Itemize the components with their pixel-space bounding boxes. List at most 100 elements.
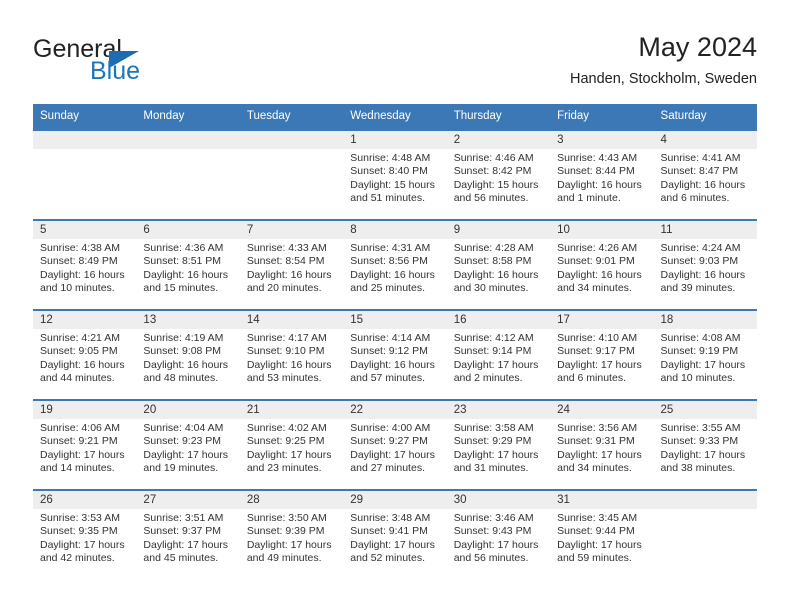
- brand-name-blue: Blue: [90, 57, 141, 85]
- calendar-day-cell[interactable]: 15 Sunrise: 4:14 AM Sunset: 9:12 PM Dayligh…: [343, 309, 447, 400]
- calendar-week-row: 26 Sunrise: 3:53 AM Sunset: 9:35 PM Dayligh…: [33, 489, 757, 579]
- brand-logo[interactable]: General Blue: [33, 36, 253, 92]
- day-details: Sunrise: 3:48 AM Sunset: 9:41 PM Daylight:…: [343, 509, 446, 565]
- day-cell-inner: 17 Sunrise: 4:10 AM Sunset: 9:17 PM Dayligh…: [550, 311, 654, 399]
- calendar-day-cell[interactable]: 14 Sunrise: 4:17 AM Sunset: 9:10 PM Dayligh…: [239, 309, 344, 400]
- day-sunrise-text: Sunrise: 4:46 AM: [453, 152, 534, 164]
- day-daylight1-text: Daylight: 16 hours: [40, 358, 125, 371]
- day-sunrise-text: Sunrise: 4:02 AM: [246, 422, 327, 434]
- day-sunset-text: Sunset: 9:08 PM: [143, 345, 222, 358]
- calendar-day-cell[interactable]: 1 Sunrise: 4:48 AM Sunset: 8:40 PM Daylight…: [343, 129, 447, 220]
- day-cell-inner: [653, 491, 757, 579]
- day-details: Sunrise: 3:51 AM Sunset: 9:37 PM Daylight:…: [136, 509, 239, 565]
- calendar-day-cell[interactable]: 25 Sunrise: 3:55 AM Sunset: 9:33 PM Dayligh…: [653, 399, 757, 490]
- day-sunset-text: Sunset: 9:29 PM: [453, 435, 532, 448]
- day-number: 19: [33, 401, 137, 419]
- calendar-day-cell[interactable]: 12 Sunrise: 4:21 AM Sunset: 9:05 PM Dayligh…: [33, 309, 137, 400]
- calendar-day-cell[interactable]: 20 Sunrise: 4:04 AM Sunset: 9:23 PM Dayligh…: [136, 399, 240, 490]
- day-cell-inner: 11 Sunrise: 4:24 AM Sunset: 9:03 PM Dayligh…: [653, 221, 757, 309]
- day-sunset-text: Sunset: 9:41 PM: [350, 525, 428, 538]
- calendar-day-cell[interactable]: 18 Sunrise: 4:08 AM Sunset: 9:19 PM Dayligh…: [653, 309, 757, 400]
- day-details: Sunrise: 3:50 AM Sunset: 9:39 PM Daylight:…: [240, 509, 343, 565]
- day-daylight2-text: and 20 minutes.: [246, 281, 322, 294]
- day-daylight1-text: Daylight: 17 hours: [453, 538, 539, 551]
- day-cell-inner: 23 Sunrise: 3:58 AM Sunset: 9:29 PM Dayligh…: [446, 401, 551, 489]
- calendar-day-cell[interactable]: 11 Sunrise: 4:24 AM Sunset: 9:03 PM Dayligh…: [653, 219, 757, 310]
- day-daylight2-text: and 59 minutes.: [557, 551, 632, 564]
- day-details: Sunrise: 4:12 AM Sunset: 9:14 PM Daylight:…: [447, 329, 550, 385]
- day-number: 30: [446, 491, 551, 509]
- day-number: 29: [343, 491, 447, 509]
- page-subtitle: Handen, Stockholm, Sweden: [570, 71, 757, 87]
- day-details: Sunrise: 3:58 AM Sunset: 9:29 PM Daylight:…: [447, 419, 550, 475]
- day-number: 2: [446, 131, 551, 149]
- calendar-day-cell[interactable]: 29 Sunrise: 3:48 AM Sunset: 9:41 PM Dayligh…: [343, 489, 447, 579]
- calendar-day-cell[interactable]: 4 Sunrise: 4:41 AM Sunset: 8:47 PM Daylight…: [653, 129, 757, 220]
- calendar-week-row: 1 Sunrise: 4:48 AM Sunset: 8:40 PM Daylight…: [33, 129, 757, 220]
- calendar-day-cell[interactable]: 13 Sunrise: 4:19 AM Sunset: 9:08 PM Dayligh…: [136, 309, 240, 400]
- calendar-day-cell[interactable]: 7 Sunrise: 4:33 AM Sunset: 8:54 PM Daylight…: [239, 219, 344, 310]
- calendar-day-cell[interactable]: 2 Sunrise: 4:46 AM Sunset: 8:42 PM Daylight…: [446, 129, 551, 220]
- day-cell-inner: 7 Sunrise: 4:33 AM Sunset: 8:54 PM Daylight…: [239, 221, 344, 309]
- day-daylight1-text: Daylight: 16 hours: [660, 178, 746, 191]
- day-daylight1-text: Daylight: 17 hours: [143, 538, 229, 551]
- day-daylight2-text: and 34 minutes.: [557, 281, 632, 294]
- day-sunrise-text: Sunrise: 4:28 AM: [453, 242, 534, 254]
- day-daylight2-text: and 10 minutes.: [660, 371, 736, 384]
- calendar-day-cell[interactable]: 21 Sunrise: 4:02 AM Sunset: 9:25 PM Dayligh…: [239, 399, 344, 490]
- day-daylight2-text: and 15 minutes.: [143, 281, 219, 294]
- day-daylight1-text: Daylight: 16 hours: [40, 268, 125, 281]
- day-cell-inner: [239, 131, 344, 219]
- calendar-day-cell[interactable]: 23 Sunrise: 3:58 AM Sunset: 9:29 PM Dayligh…: [446, 399, 551, 490]
- day-sunrise-text: Sunrise: 4:06 AM: [40, 422, 120, 434]
- calendar-table: Sunday Monday Tuesday Wednesday Thursday…: [33, 104, 757, 579]
- day-sunset-text: Sunset: 9:21 PM: [40, 435, 118, 448]
- calendar-day-cell[interactable]: 6 Sunrise: 4:36 AM Sunset: 8:51 PM Daylight…: [136, 219, 240, 310]
- day-daylight2-text: and 31 minutes.: [453, 461, 529, 474]
- day-daylight1-text: Daylight: 17 hours: [453, 358, 539, 371]
- day-details: Sunrise: 4:31 AM Sunset: 8:56 PM Daylight:…: [343, 239, 446, 295]
- day-details: Sunrise: 4:06 AM Sunset: 9:21 PM Daylight:…: [33, 419, 136, 475]
- calendar-day-cell[interactable]: 30 Sunrise: 3:46 AM Sunset: 9:43 PM Dayligh…: [446, 489, 551, 579]
- day-daylight1-text: Daylight: 17 hours: [40, 448, 125, 461]
- calendar-day-cell[interactable]: 10 Sunrise: 4:26 AM Sunset: 9:01 PM Dayligh…: [550, 219, 654, 310]
- day-details: Sunrise: 4:24 AM Sunset: 9:03 PM Daylight:…: [654, 239, 757, 295]
- day-sunset-text: Sunset: 9:43 PM: [453, 525, 532, 538]
- calendar-day-cell[interactable]: 9 Sunrise: 4:28 AM Sunset: 8:58 PM Daylight…: [446, 219, 551, 310]
- day-details: Sunrise: 4:36 AM Sunset: 8:51 PM Daylight:…: [136, 239, 239, 295]
- calendar-day-cell[interactable]: 8 Sunrise: 4:31 AM Sunset: 8:56 PM Daylight…: [343, 219, 447, 310]
- day-number: 27: [136, 491, 240, 509]
- day-number: 31: [550, 491, 654, 509]
- calendar-day-cell[interactable]: 28 Sunrise: 3:50 AM Sunset: 9:39 PM Dayligh…: [239, 489, 344, 579]
- day-daylight2-text: and 53 minutes.: [246, 371, 322, 384]
- day-number: 4: [653, 131, 757, 149]
- calendar-day-cell[interactable]: 26 Sunrise: 3:53 AM Sunset: 9:35 PM Dayligh…: [33, 489, 137, 579]
- weekday-header-saturday: Saturday: [653, 104, 757, 130]
- calendar-day-cell[interactable]: 22 Sunrise: 4:00 AM Sunset: 9:27 PM Dayligh…: [343, 399, 447, 490]
- calendar-day-cell[interactable]: 5 Sunrise: 4:38 AM Sunset: 8:49 PM Daylight…: [33, 219, 137, 310]
- calendar-day-cell[interactable]: 27 Sunrise: 3:51 AM Sunset: 9:37 PM Dayligh…: [136, 489, 240, 579]
- calendar-day-cell[interactable]: 19 Sunrise: 4:06 AM Sunset: 9:21 PM Dayligh…: [33, 399, 137, 490]
- calendar-day-cell[interactable]: 24 Sunrise: 3:56 AM Sunset: 9:31 PM Dayligh…: [550, 399, 654, 490]
- day-number: 20: [136, 401, 240, 419]
- day-cell-inner: 21 Sunrise: 4:02 AM Sunset: 9:25 PM Dayligh…: [239, 401, 344, 489]
- day-sunset-text: Sunset: 8:44 PM: [557, 165, 635, 178]
- day-number: 8: [343, 221, 447, 239]
- day-daylight1-text: Daylight: 17 hours: [660, 358, 746, 371]
- day-daylight2-text: and 56 minutes.: [453, 551, 529, 564]
- day-number: [239, 131, 344, 149]
- day-cell-inner: 1 Sunrise: 4:48 AM Sunset: 8:40 PM Daylight…: [343, 131, 447, 219]
- calendar-day-cell[interactable]: 3 Sunrise: 4:43 AM Sunset: 8:44 PM Daylight…: [550, 129, 654, 220]
- weekday-header-row: Sunday Monday Tuesday Wednesday Thursday…: [33, 104, 757, 130]
- day-sunset-text: Sunset: 9:03 PM: [660, 255, 739, 268]
- day-number: 10: [550, 221, 654, 239]
- calendar-day-cell[interactable]: 16 Sunrise: 4:12 AM Sunset: 9:14 PM Dayligh…: [446, 309, 551, 400]
- calendar-day-cell[interactable]: 17 Sunrise: 4:10 AM Sunset: 9:17 PM Dayligh…: [550, 309, 654, 400]
- day-daylight2-text: and 14 minutes.: [40, 461, 115, 474]
- calendar-day-cell[interactable]: 31 Sunrise: 3:45 AM Sunset: 9:44 PM Dayligh…: [550, 489, 654, 579]
- day-sunset-text: Sunset: 8:51 PM: [143, 255, 222, 268]
- day-sunset-text: Sunset: 9:10 PM: [246, 345, 325, 358]
- day-daylight1-text: Daylight: 17 hours: [350, 538, 435, 551]
- day-sunrise-text: Sunrise: 4:26 AM: [557, 242, 638, 254]
- day-daylight1-text: Daylight: 17 hours: [40, 538, 125, 551]
